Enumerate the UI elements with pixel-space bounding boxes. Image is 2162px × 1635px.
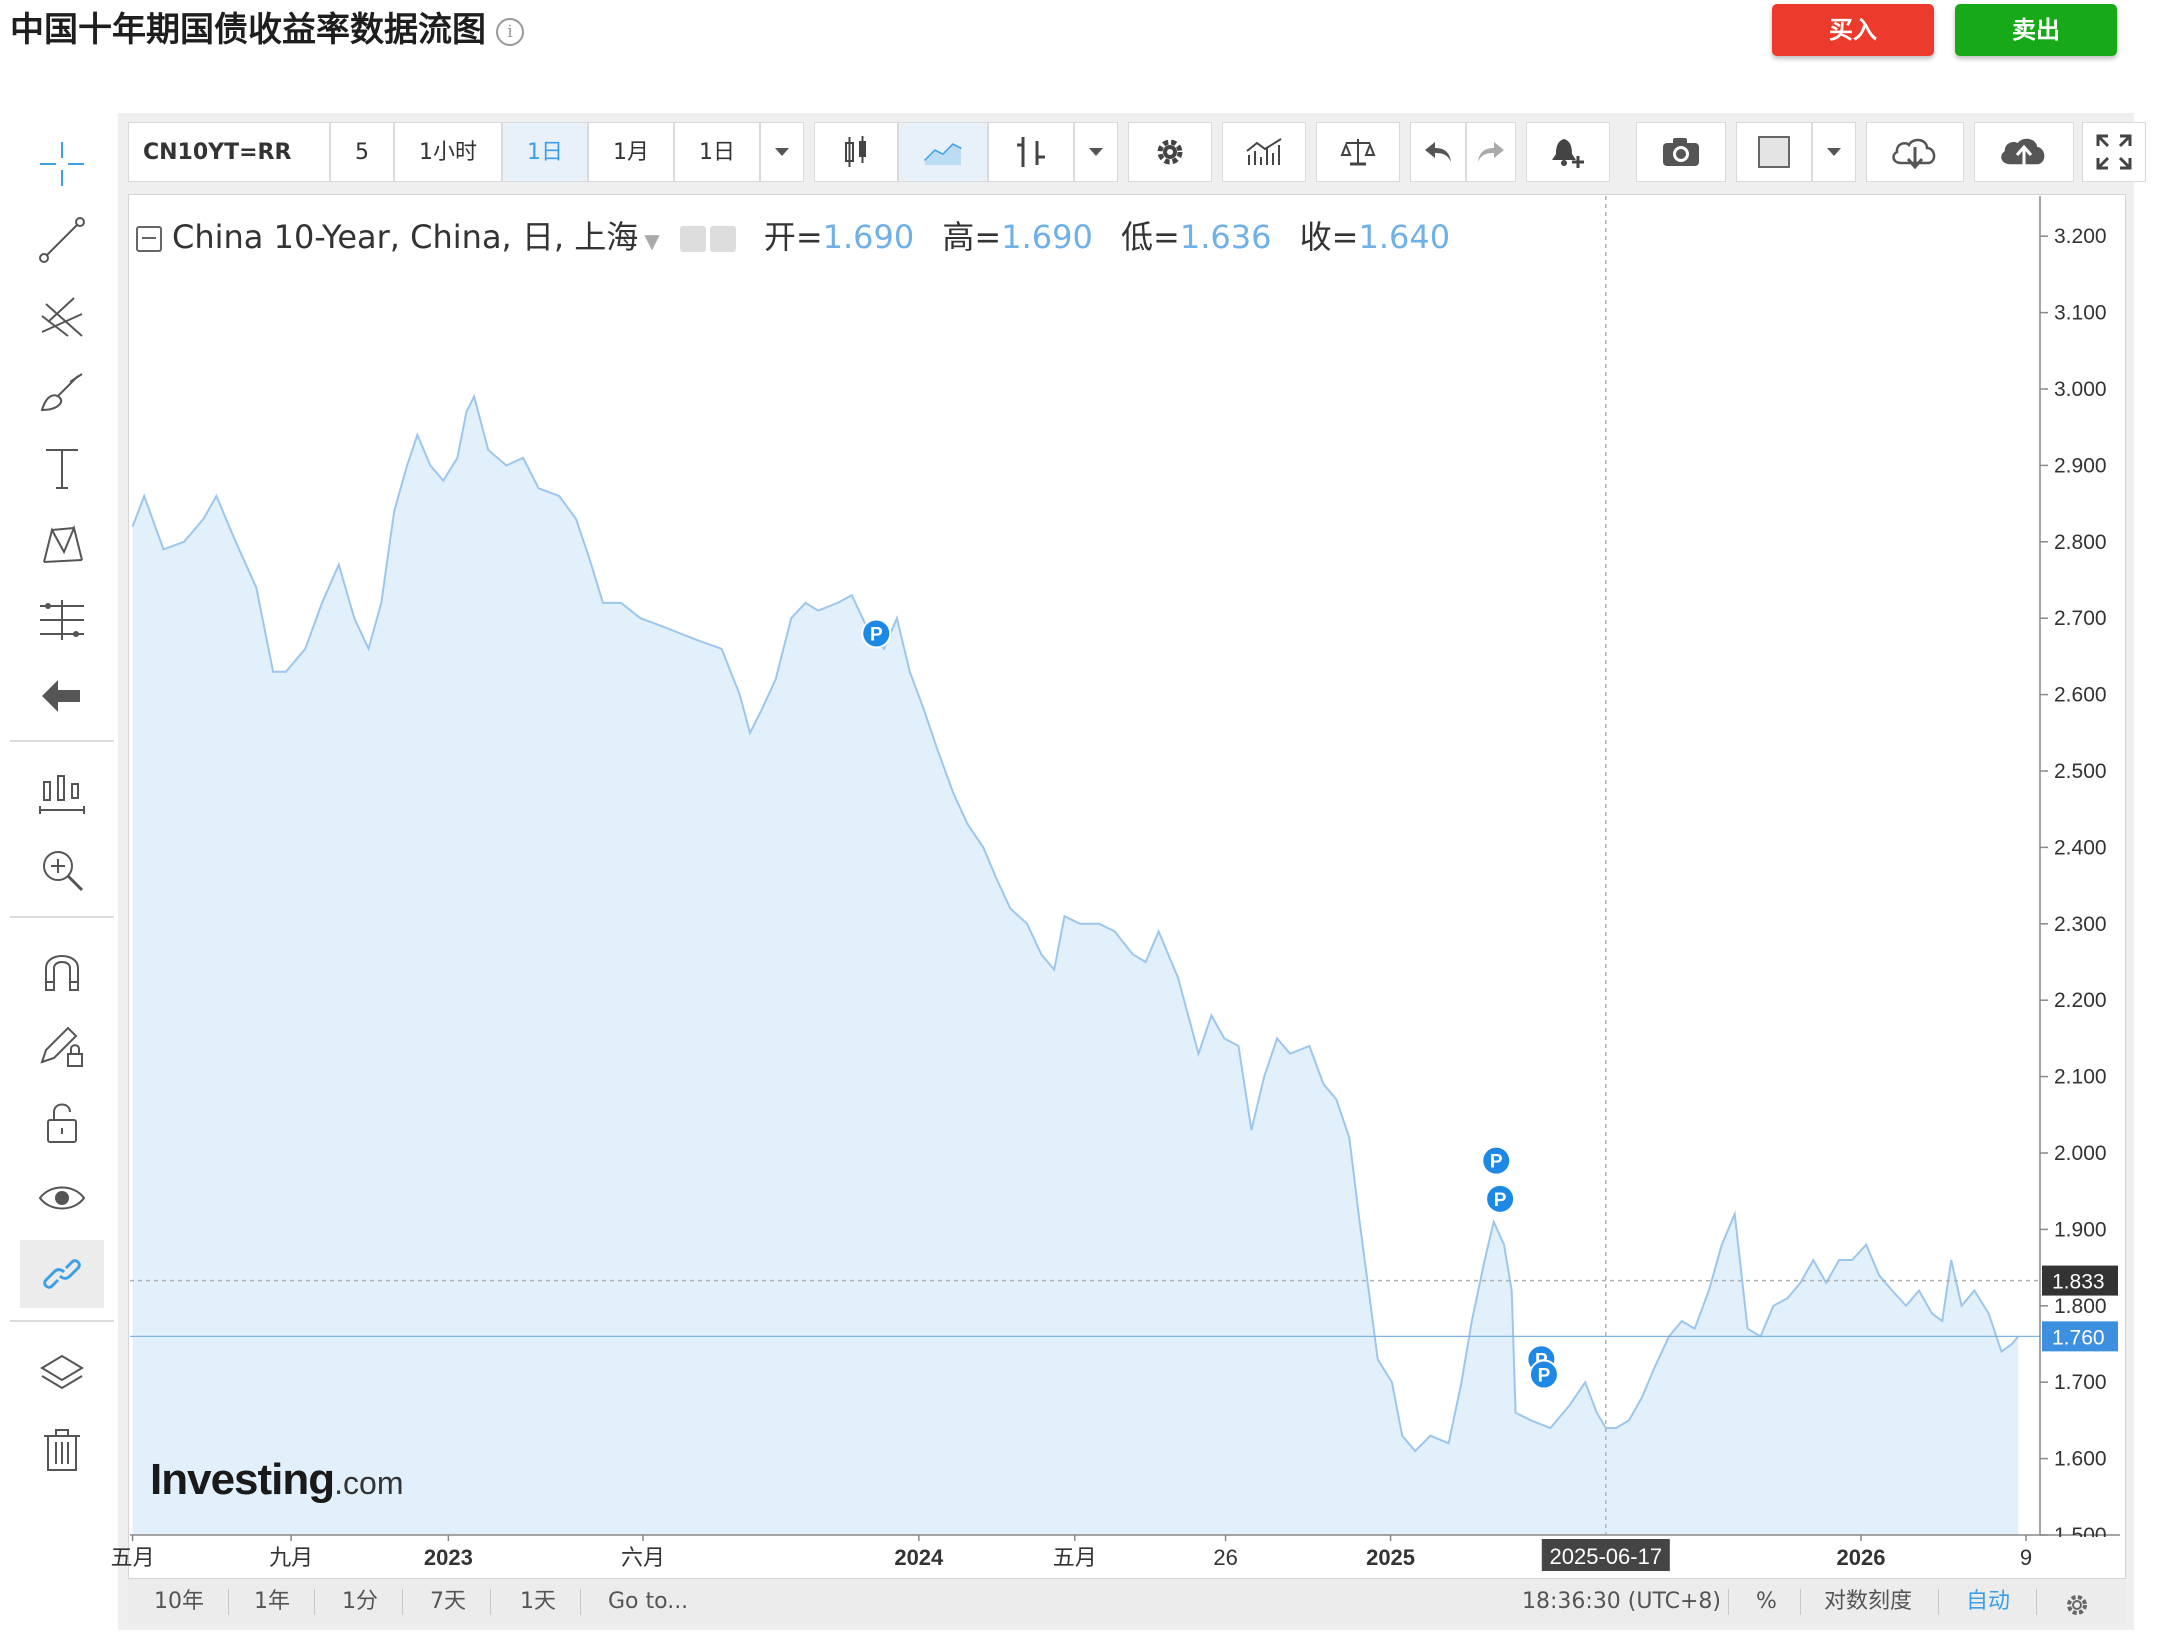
- x-tick-label: 9: [2020, 1545, 2032, 1570]
- divider: [228, 1589, 229, 1615]
- y-tick-label: 2.100: [2054, 1066, 2107, 1089]
- open-label: 开=: [763, 218, 823, 256]
- crosshair-date-tag: 2025-06-17: [1550, 1544, 1663, 1569]
- auto-scale-toggle[interactable]: 自动: [1966, 1579, 2010, 1625]
- y-tick-label: 3.000: [2054, 378, 2107, 401]
- divider: [1728, 1589, 1729, 1615]
- event-marker-label[interactable]: P: [1494, 1190, 1507, 1211]
- y-tick-label: 2.600: [2054, 684, 2107, 707]
- y-tick-label: 1.900: [2054, 1218, 2107, 1241]
- y-tick-label: 3.200: [2054, 225, 2107, 248]
- range-1y[interactable]: 1年: [254, 1579, 290, 1625]
- clock-time: 18:36:30 (UTC+8): [1522, 1589, 1722, 1614]
- y-tick-label: 2.700: [2054, 607, 2107, 630]
- crosshair-value-tag: 1.833: [2052, 1271, 2105, 1294]
- high-value: 1.690: [1001, 218, 1093, 256]
- percent-toggle[interactable]: %: [1756, 1579, 1777, 1625]
- bottom-bar: 10年 1年 1分 7天 1天 Go to... 18:36:30 (UTC+8…: [128, 1579, 2126, 1625]
- range-7d[interactable]: 7天: [430, 1579, 466, 1625]
- low-label: 低=: [1121, 218, 1180, 256]
- series-name: China 10-Year, China, 日, 上海: [172, 218, 639, 256]
- y-tick-label: 2.200: [2054, 989, 2107, 1012]
- x-tick-label: 2026: [1837, 1545, 1886, 1570]
- x-tick-label: 2025: [1366, 1545, 1415, 1570]
- event-marker-label[interactable]: P: [1490, 1152, 1503, 1173]
- collapse-legend-icon[interactable]: [136, 226, 162, 252]
- x-tick-label: 五月: [111, 1545, 155, 1570]
- range-1min[interactable]: 1分: [342, 1579, 378, 1625]
- investing-watermark: Investing.com: [150, 1455, 404, 1505]
- y-tick-label: 2.500: [2054, 760, 2107, 783]
- low-value: 1.636: [1179, 218, 1272, 256]
- x-tick-label: 五月: [1053, 1545, 1097, 1570]
- visibility-toggle-icon[interactable]: [679, 226, 706, 252]
- settings-gear-icon[interactable]: [2064, 1589, 2090, 1615]
- x-tick-label: 九月: [269, 1545, 313, 1570]
- divider: [314, 1589, 315, 1615]
- y-tick-label: 1.600: [2054, 1448, 2107, 1471]
- y-tick-label: 2.000: [2054, 1142, 2107, 1165]
- divider: [1800, 1589, 1801, 1615]
- divider: [2036, 1589, 2037, 1615]
- last-value-tag: 1.760: [2052, 1326, 2105, 1349]
- divider: [1938, 1589, 1939, 1615]
- y-tick-label: 2.900: [2054, 454, 2107, 477]
- y-tick-label: 3.100: [2054, 302, 2107, 325]
- event-marker-label[interactable]: P: [870, 624, 883, 645]
- series-area-fill: [132, 396, 2019, 1536]
- range-10y[interactable]: 10年: [154, 1579, 204, 1625]
- x-tick-label: 26: [1213, 1545, 1237, 1570]
- divider: [402, 1589, 403, 1615]
- divider: [490, 1589, 491, 1615]
- x-tick-label: 六月: [621, 1545, 665, 1570]
- y-tick-label: 2.400: [2054, 836, 2107, 859]
- log-scale-toggle[interactable]: 对数刻度: [1824, 1579, 1912, 1625]
- high-label: 高=: [942, 218, 1002, 256]
- y-tick-label: 1.700: [2054, 1371, 2107, 1394]
- settings-gear-icon[interactable]: [709, 226, 736, 252]
- range-1d[interactable]: 1天: [520, 1579, 556, 1625]
- x-tick-label: 2023: [424, 1545, 473, 1570]
- series-legend: China 10-Year, China, 日, 上海 ▼ 开=1.690 高=1…: [136, 212, 1450, 258]
- open-value: 1.690: [822, 218, 915, 256]
- dropdown-caret-icon[interactable]: ▼: [644, 229, 659, 253]
- watermark-suffix: .com: [334, 1465, 404, 1501]
- event-marker-label[interactable]: P: [1538, 1366, 1551, 1387]
- y-tick-label: 2.800: [2054, 531, 2107, 554]
- y-tick-label: 1.500: [2054, 1524, 2107, 1547]
- y-tick-label: 2.300: [2054, 913, 2107, 936]
- divider: [580, 1589, 581, 1615]
- watermark-brand: Investing: [150, 1455, 335, 1504]
- close-label: 收=: [1299, 218, 1359, 256]
- go-to-date[interactable]: Go to...: [608, 1579, 688, 1625]
- y-tick-label: 1.800: [2054, 1295, 2107, 1318]
- close-value: 1.640: [1358, 218, 1451, 256]
- x-tick-label: 2024: [894, 1545, 944, 1570]
